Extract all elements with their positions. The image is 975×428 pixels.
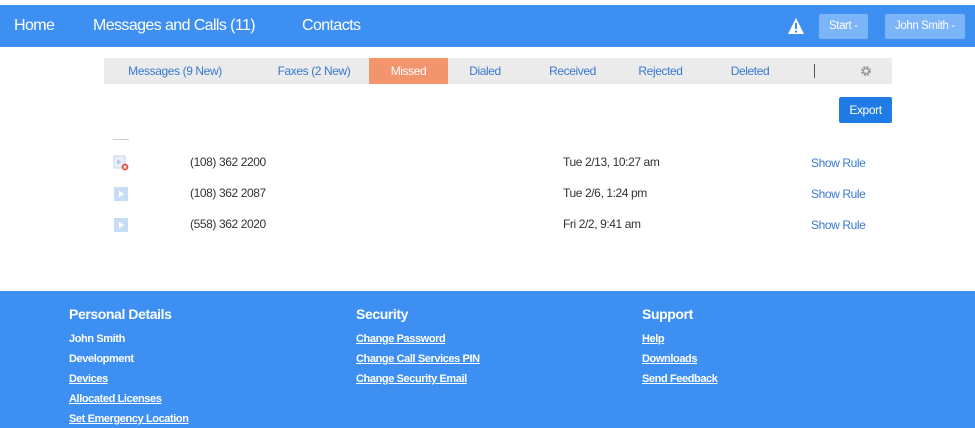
top-nav-bar: Home Messages and Calls (11) Contacts St… [0, 5, 975, 47]
footer-personal-details: Personal Details John Smith Development … [69, 306, 189, 428]
tab-rejected[interactable]: Rejected [628, 58, 693, 84]
change-pin-link[interactable]: Change Call Services PIN [356, 349, 480, 369]
export-button[interactable]: Export [839, 97, 892, 123]
gear-icon[interactable] [860, 65, 872, 77]
show-rule-link[interactable]: Show Rule [811, 156, 866, 170]
send-feedback-link[interactable]: Send Feedback [642, 369, 718, 389]
start-button[interactable]: Start - [819, 14, 868, 39]
table-row: (108) 362 2200 Tue 2/13, 10:27 am Show R… [104, 152, 892, 176]
footer-security: Security Change Password Change Call Ser… [356, 306, 480, 389]
call-phone-number: (558) 362 2020 [190, 217, 266, 231]
call-timestamp: Tue 2/6, 1:24 pm [563, 186, 647, 200]
change-security-email-link[interactable]: Change Security Email [356, 369, 480, 389]
nav-contacts[interactable]: Contacts [302, 5, 361, 47]
play-icon[interactable] [113, 217, 129, 233]
nav-home[interactable]: Home [14, 5, 55, 47]
tab-faxes[interactable]: Faxes (2 New) [264, 58, 364, 84]
select-all-placeholder [113, 139, 129, 140]
call-timestamp: Fri 2/2, 9:41 am [563, 217, 641, 231]
tab-missed[interactable]: Missed [369, 58, 448, 84]
show-rule-link[interactable]: Show Rule [811, 218, 866, 232]
call-phone-number: (108) 362 2200 [190, 155, 266, 169]
footer-heading: Support [642, 306, 693, 322]
table-row: (108) 362 2087 Tue 2/6, 1:24 pm Show Rul… [104, 183, 892, 207]
call-tabs-bar: Messages (9 New) Faxes (2 New) Missed Di… [104, 58, 892, 84]
tab-deleted[interactable]: Deleted [720, 58, 780, 84]
nav-messages-calls[interactable]: Messages and Calls (11) [93, 5, 256, 47]
play-icon[interactable] [113, 186, 129, 202]
help-link[interactable]: Help [642, 329, 718, 349]
footer-heading: Security [356, 306, 409, 322]
table-row: (558) 362 2020 Fri 2/2, 9:41 am Show Rul… [104, 214, 892, 238]
tab-dialed[interactable]: Dialed [460, 58, 510, 84]
change-password-link[interactable]: Change Password [356, 329, 480, 349]
tab-messages[interactable]: Messages (9 New) [120, 58, 230, 84]
footer-support: Support Help Downloads Send Feedback [642, 306, 718, 389]
user-department: Development [69, 353, 134, 365]
show-rule-link[interactable]: Show Rule [811, 187, 866, 201]
devices-link[interactable]: Devices [69, 369, 189, 389]
user-name: John Smith [69, 333, 125, 345]
tab-received[interactable]: Received [540, 58, 605, 84]
missed-call-icon[interactable] [113, 155, 129, 171]
allocated-licenses-link[interactable]: Allocated Licenses [69, 389, 189, 409]
warning-icon[interactable] [787, 17, 805, 35]
downloads-link[interactable]: Downloads [642, 349, 718, 369]
footer: Personal Details John Smith Development … [0, 291, 975, 428]
user-menu-button[interactable]: John Smith - [885, 14, 965, 39]
set-emergency-location-link[interactable]: Set Emergency Location [69, 409, 189, 428]
call-phone-number: (108) 362 2087 [190, 186, 266, 200]
footer-heading: Personal Details [69, 306, 172, 322]
tab-divider [814, 64, 815, 78]
call-timestamp: Tue 2/13, 10:27 am [563, 155, 660, 169]
